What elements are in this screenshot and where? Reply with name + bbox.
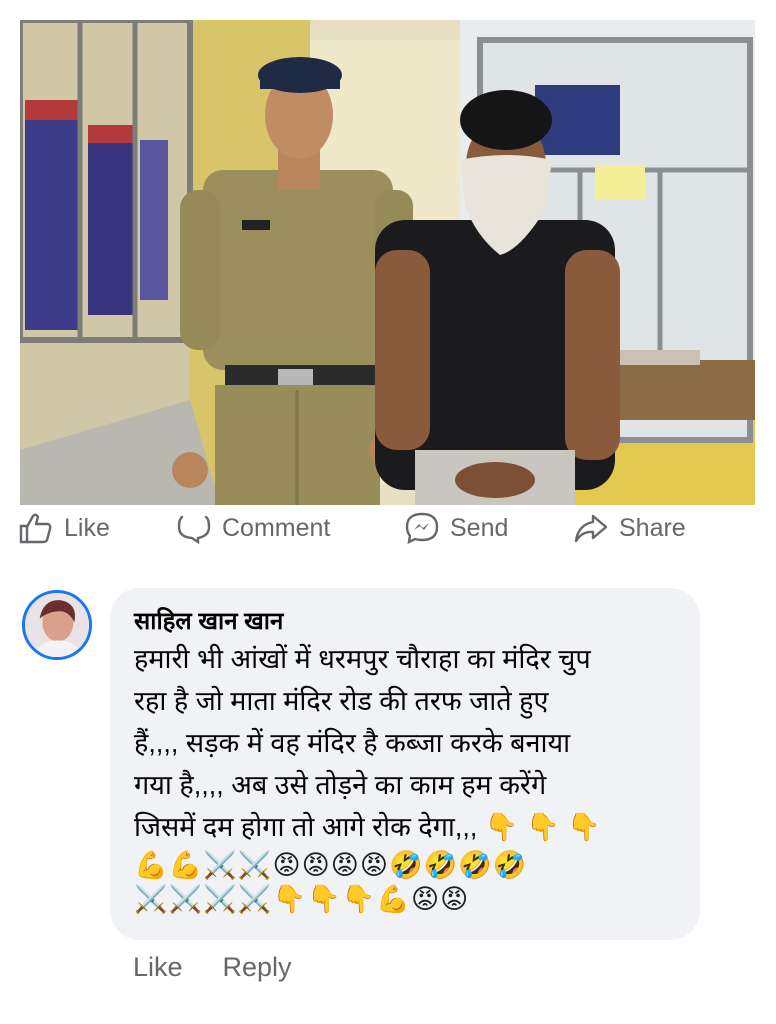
- comment-actions: Like Reply: [133, 952, 292, 992]
- share-button[interactable]: Share: [573, 508, 686, 548]
- comment-reply-link[interactable]: Reply: [223, 952, 292, 992]
- comment-bubble-icon: [177, 515, 211, 545]
- comment-button[interactable]: Comment: [176, 508, 330, 548]
- like-label: Like: [64, 513, 110, 542]
- post-action-bar: Like Comment Send Share: [18, 508, 758, 548]
- comment-author-name[interactable]: साहिल खान खान: [134, 606, 676, 638]
- comment-label: Comment: [222, 513, 331, 542]
- send-label: Send: [450, 513, 509, 542]
- police-station-photo: [20, 20, 755, 505]
- send-button[interactable]: Send: [404, 508, 508, 548]
- comment-emoji-line-2: ⚔️⚔️⚔️⚔️👇👇👇💪😡😡: [134, 884, 470, 914]
- profile-photo: [25, 593, 89, 657]
- share-arrow-icon: [574, 514, 608, 543]
- messenger-icon: [405, 512, 439, 545]
- share-label: Share: [619, 513, 686, 542]
- commenter-avatar[interactable]: [22, 590, 92, 660]
- comment-emoji-line-1: 💪💪⚔️⚔️😡😡😡😡🤣🤣🤣🤣: [134, 850, 528, 880]
- post-photo[interactable]: [20, 20, 755, 505]
- thumbs-up-icon: [19, 513, 52, 544]
- comment-bubble: साहिल खान खान हमारी भी आंखों में धरमपुर …: [110, 588, 700, 940]
- like-button[interactable]: Like: [18, 508, 110, 548]
- comment-text: हमारी भी आंखों में धरमपुर चौराहा का मंदि…: [134, 644, 601, 842]
- comment-like-link[interactable]: Like: [133, 952, 183, 992]
